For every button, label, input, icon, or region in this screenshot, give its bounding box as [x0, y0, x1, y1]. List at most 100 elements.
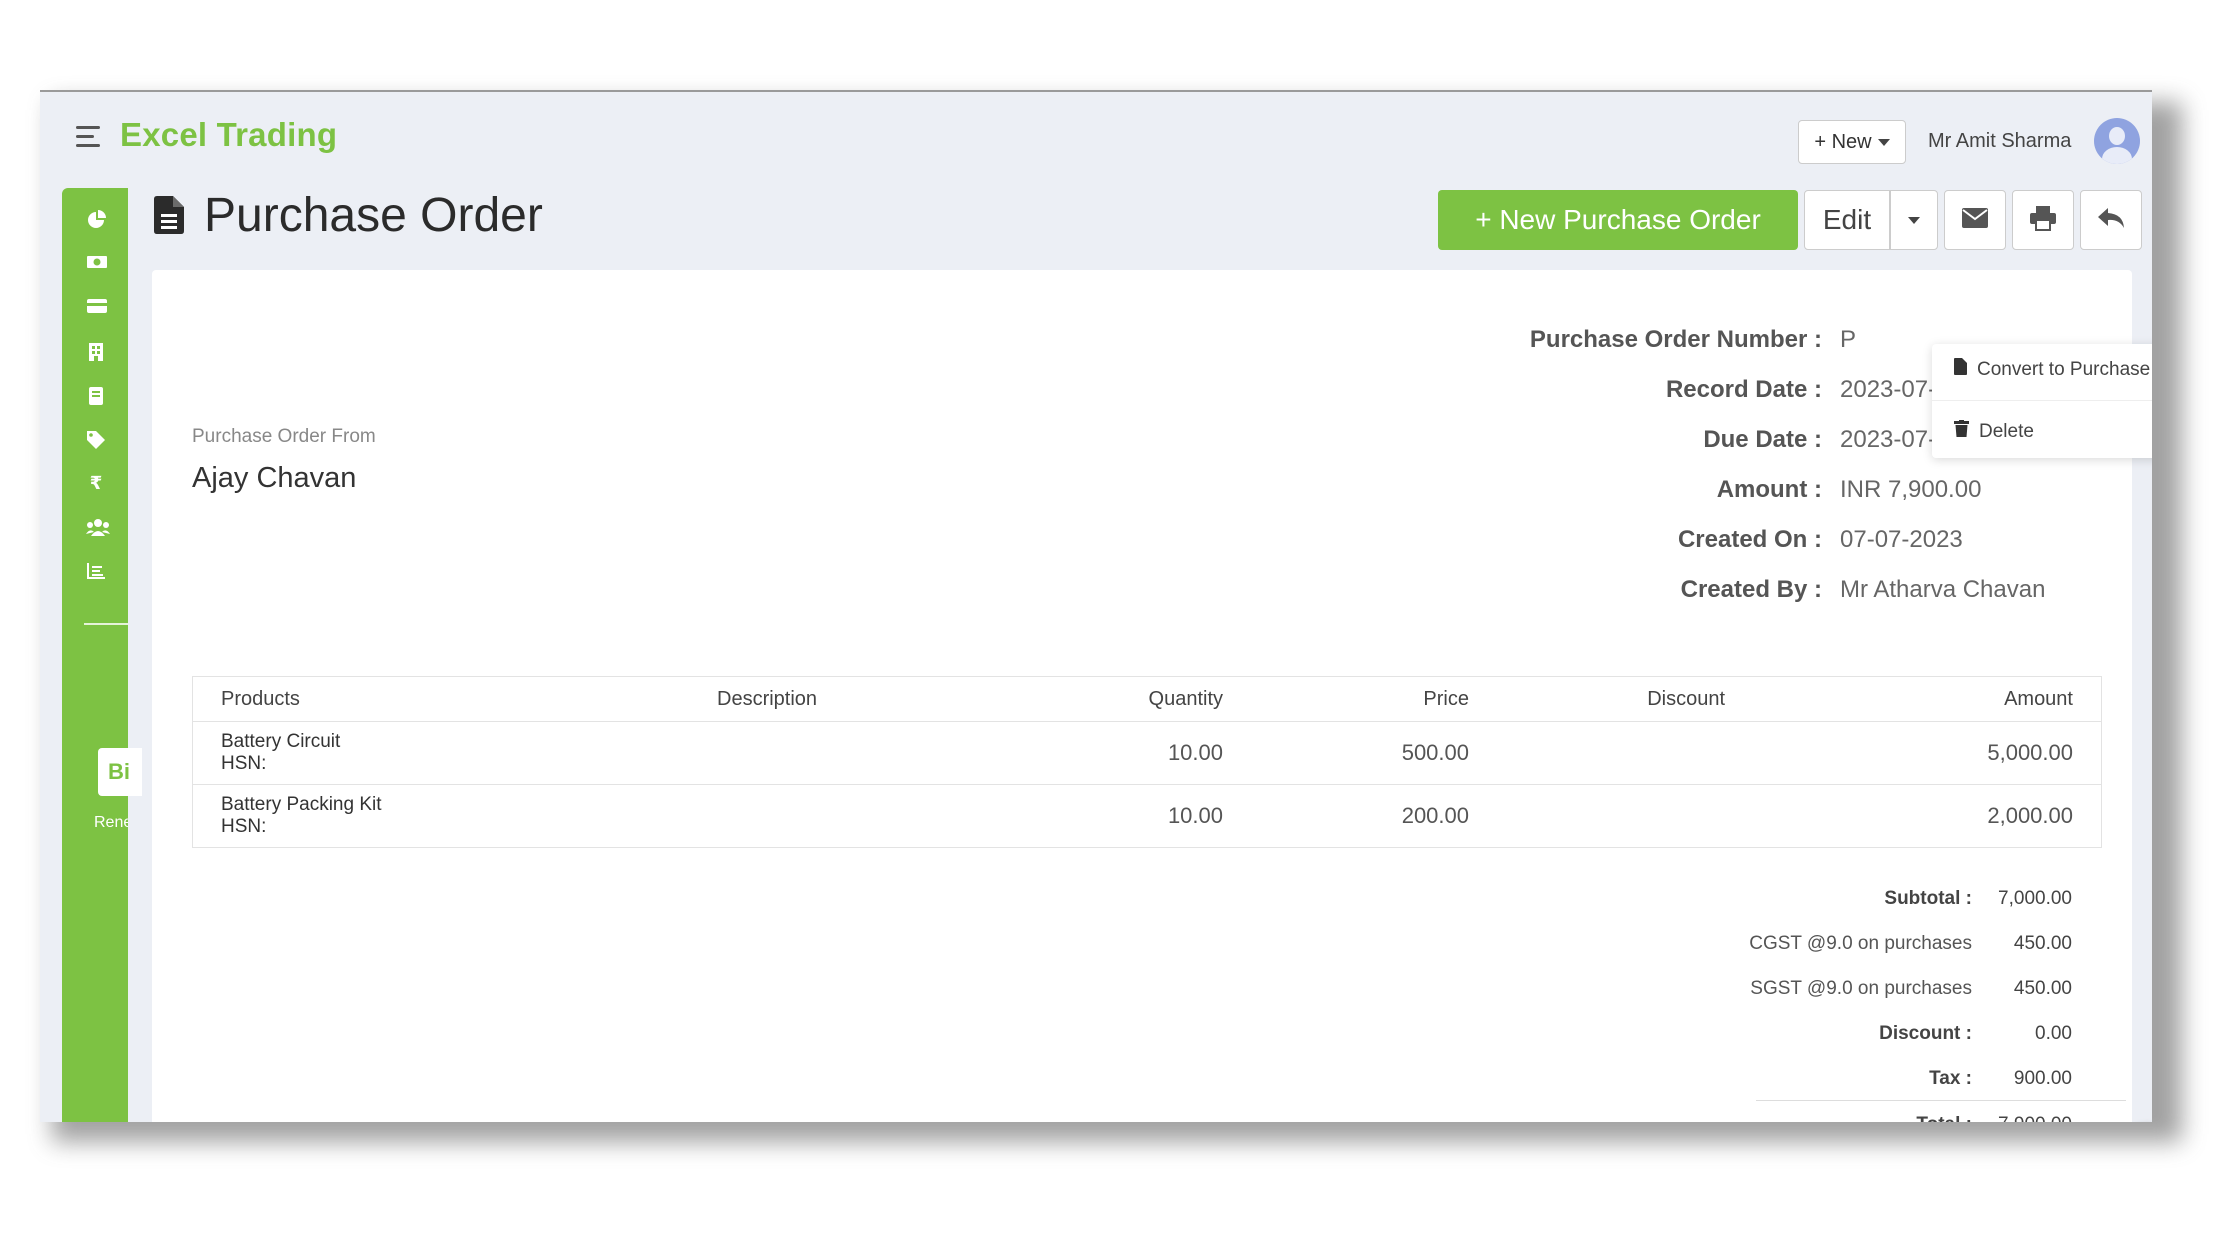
new-purchase-order-button[interactable]: + New Purchase Order	[1438, 190, 1798, 250]
meta-amount: Amount : INR 7,900.00	[1552, 476, 2152, 516]
meta-created-on: Created On : 07-07-2023	[1552, 526, 2152, 566]
discount-cell	[1497, 721, 1753, 785]
column-header-discount: Discount	[1497, 676, 1753, 722]
discount-cell	[1497, 784, 1753, 848]
purchase-order-card: Purchase Order Number : P Record Date : …	[152, 270, 2132, 1122]
product-name: Battery Circuit	[221, 731, 341, 752]
vendor-name: Ajay Chavan	[192, 462, 357, 494]
menu-item-label: Delete	[1979, 420, 2034, 442]
envelope-icon	[1961, 207, 1989, 234]
menu-item-delete[interactable]: Delete	[1954, 420, 2034, 443]
total-label: CGST @9.0 on purchases	[1749, 933, 1972, 954]
meta-created-by: Created By : Mr Atharva Chavan	[1552, 576, 2152, 616]
meta-value: Mr Atharva Chavan	[1840, 576, 2046, 603]
trash-icon	[1954, 420, 1969, 443]
edit-button[interactable]: Edit	[1804, 190, 1890, 250]
users-icon[interactable]	[86, 518, 110, 536]
total-value: 0.00	[2035, 1023, 2072, 1044]
meta-label: Created By :	[1680, 576, 1822, 603]
meta-label: Record Date :	[1665, 376, 1822, 403]
meta-label: Purchase Order Number :	[1529, 326, 1822, 353]
total-label: Tax :	[1929, 1068, 1972, 1089]
sgst-row: SGST @9.0 on purchases 450.00	[1652, 978, 2152, 1008]
building-icon[interactable]	[86, 342, 106, 361]
grand-total-row: Total : 7,900.00	[1652, 1114, 2152, 1122]
sidebar: ₹ Bi Rene	[62, 188, 142, 1122]
user-name[interactable]: Mr Amit Sharma	[1928, 130, 2071, 153]
meta-value: INR 7,900.00	[1840, 476, 1982, 503]
product-cell: Battery Circuit HSN:	[192, 721, 689, 785]
product-cell: Battery Packing Kit HSN:	[192, 784, 689, 848]
tax-row: Tax : 900.00	[1652, 1068, 2152, 1098]
amount-cell: 5,000.00	[1753, 721, 2102, 785]
book-icon[interactable]	[86, 386, 106, 405]
quantity-cell: 10.00	[1005, 721, 1251, 785]
total-value: 900.00	[2013, 1068, 2072, 1089]
edit-options-dropdown: Convert to Purchase Delete	[1932, 344, 2152, 458]
total-value: 450.00	[2013, 933, 2072, 954]
column-header-products: Products	[192, 676, 689, 722]
document-icon	[154, 196, 184, 234]
tag-icon[interactable]	[86, 430, 106, 449]
total-label: SGST @9.0 on purchases	[1750, 978, 1972, 999]
brand-logo[interactable]: Excel Trading	[120, 116, 337, 154]
app-window: Excel Trading + New Mr Amit Sharma ₹ Bi …	[40, 90, 2152, 1122]
description-cell	[689, 721, 1005, 785]
meta-value: 07-07-2023	[1840, 526, 1963, 553]
reply-arrow-icon	[2097, 206, 2125, 235]
chevron-down-icon	[1877, 138, 1890, 146]
hamburger-menu-icon[interactable]	[76, 126, 100, 147]
description-cell	[689, 784, 1005, 848]
new-button-label: + New	[1814, 130, 1872, 153]
menu-item-label: Convert to Purchase	[1977, 358, 2151, 380]
card-icon[interactable]	[86, 298, 107, 316]
discount-row: Discount : 0.00	[1652, 1023, 2152, 1053]
file-icon	[1954, 358, 1967, 381]
subtotal-row: Subtotal : 7,000.00	[1652, 888, 2152, 918]
items-table: Products Description Quantity Price Disc…	[192, 676, 2102, 848]
edit-options-caret[interactable]	[1890, 190, 1938, 250]
back-button[interactable]	[2080, 190, 2142, 250]
total-label: Discount :	[1879, 1023, 1972, 1044]
print-button[interactable]	[2012, 190, 2074, 250]
total-label: Subtotal :	[1884, 888, 1972, 909]
meta-label: Amount :	[1716, 476, 1822, 503]
totals-divider	[1756, 1100, 2126, 1101]
quantity-cell: 10.00	[1005, 784, 1251, 848]
new-dropdown-button[interactable]: + New	[1798, 120, 1906, 164]
printer-icon	[2029, 205, 2057, 236]
table-row: Battery Circuit HSN: 10.00 500.00 5,000.…	[192, 721, 2102, 785]
price-cell: 200.00	[1251, 784, 1497, 848]
price-cell: 500.00	[1251, 721, 1497, 785]
sidebar-divider	[84, 623, 128, 625]
menu-item-convert-to-purchase[interactable]: Convert to Purchase	[1954, 358, 2150, 381]
sidebar-promo-card[interactable]: Bi	[98, 748, 142, 796]
table-header-row: Products Description Quantity Price Disc…	[192, 676, 2102, 722]
product-hsn: HSN:	[221, 753, 267, 774]
meta-label: Due Date :	[1703, 426, 1822, 453]
meta-label: Created On :	[1677, 526, 1822, 553]
sidebar-renew-link[interactable]: Rene	[94, 814, 128, 832]
column-header-description: Description	[689, 676, 1005, 722]
total-value: 7,000.00	[1998, 888, 2072, 909]
pie-chart-icon[interactable]	[86, 210, 106, 228]
cgst-row: CGST @9.0 on purchases 450.00	[1652, 933, 2152, 963]
product-hsn: HSN:	[221, 816, 267, 837]
column-header-quantity: Quantity	[1005, 676, 1251, 722]
menu-divider	[1932, 400, 2152, 401]
avatar[interactable]	[2094, 118, 2140, 164]
column-header-price: Price	[1251, 676, 1497, 722]
table-row: Battery Packing Kit HSN: 10.00 200.00 2,…	[192, 784, 2102, 848]
product-name: Battery Packing Kit	[221, 794, 382, 815]
total-label: Total :	[1916, 1114, 1972, 1122]
chart-icon[interactable]	[86, 562, 106, 580]
email-button[interactable]	[1944, 190, 2006, 250]
from-label: Purchase Order From	[192, 426, 376, 447]
total-value: 450.00	[2013, 978, 2072, 999]
chevron-down-icon	[1908, 216, 1920, 224]
rupee-icon[interactable]: ₹	[86, 474, 106, 492]
page-title: Purchase Order	[204, 189, 543, 242]
amount-cell: 2,000.00	[1753, 784, 2102, 848]
meta-value: P	[1840, 326, 1857, 353]
money-icon[interactable]	[86, 254, 107, 272]
